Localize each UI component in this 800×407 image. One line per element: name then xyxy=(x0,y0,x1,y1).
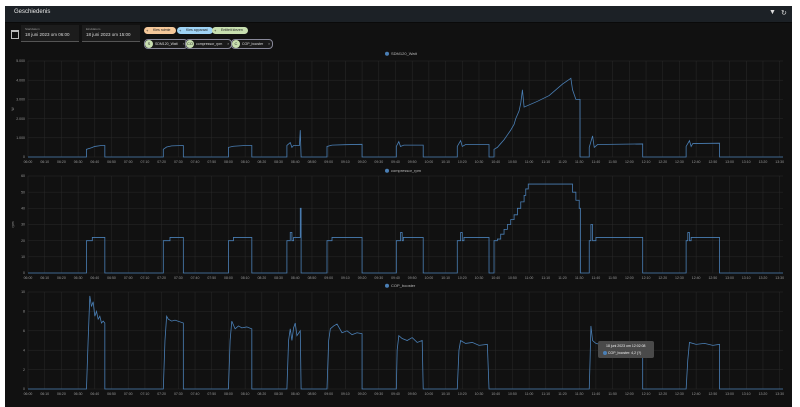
x-tick-label: 12:20 xyxy=(658,392,667,396)
x-tick-label: 09:30 xyxy=(374,392,383,396)
x-tick-label: 09:40 xyxy=(391,392,400,396)
x-tick-label: 13:00 xyxy=(725,392,734,396)
x-tick-label: 10:20 xyxy=(458,392,467,396)
series-line xyxy=(28,295,783,390)
x-tick-label: 06:20 xyxy=(57,392,66,396)
x-tick-label: 08:40 xyxy=(291,392,300,396)
legend-dot-icon xyxy=(385,283,389,288)
x-tick-label: 06:10 xyxy=(40,392,49,396)
x-tick-label: 09:00 xyxy=(324,392,333,396)
x-tick-label: 07:20 xyxy=(157,392,166,396)
x-tick-label: 12:50 xyxy=(708,392,717,396)
x-tick-label: 11:10 xyxy=(542,392,551,396)
x-tick-label: 08:10 xyxy=(241,392,250,396)
x-tick-label: 10:30 xyxy=(475,392,484,396)
y-tick-label: 0 xyxy=(23,387,25,391)
x-tick-label: 08:30 xyxy=(274,392,283,396)
x-tick-label: 06:40 xyxy=(90,392,99,396)
x-tick-label: 11:20 xyxy=(558,392,567,396)
y-tick-label: 10 xyxy=(21,290,25,294)
y-tick-label: 2 xyxy=(23,368,25,372)
x-tick-label: 12:00 xyxy=(625,392,634,396)
x-tick-label: 11:50 xyxy=(608,392,617,396)
y-tick-label: 6 xyxy=(23,329,25,333)
x-tick-label: 11:30 xyxy=(575,392,584,396)
x-tick-label: 09:10 xyxy=(341,392,350,396)
y-tick-label: 4 xyxy=(23,348,25,352)
x-tick-label: 07:50 xyxy=(207,392,216,396)
series-dot-icon xyxy=(603,351,607,355)
x-tick-label: 08:20 xyxy=(257,392,266,396)
x-tick-label: 10:40 xyxy=(491,392,500,396)
x-tick-label: 11:00 xyxy=(525,392,534,396)
x-tick-label: 07:40 xyxy=(191,392,200,396)
x-tick-label: 12:40 xyxy=(692,392,701,396)
chart-tooltip: 18 juni 2023 om 12:02:08 COP_booster: 4,… xyxy=(598,341,654,358)
legend-label: COP_booster xyxy=(391,283,416,288)
x-tick-label: 10:00 xyxy=(425,392,434,396)
tooltip-time: 18 juni 2023 om 12:02:08 xyxy=(606,344,646,348)
x-tick-label: 09:20 xyxy=(358,392,367,396)
x-tick-label: 13:20 xyxy=(759,392,768,396)
x-tick-label: 10:50 xyxy=(508,392,517,396)
x-tick-label: 12:10 xyxy=(642,392,651,396)
x-tick-label: 06:50 xyxy=(107,392,116,396)
x-tick-label: 13:10 xyxy=(742,392,751,396)
x-tick-label: 11:40 xyxy=(592,392,601,396)
x-tick-label: 13:30 xyxy=(775,392,784,396)
x-tick-label: 12:30 xyxy=(675,392,684,396)
y-tick-label: 8 xyxy=(23,310,25,314)
x-tick-label: 06:00 xyxy=(24,392,33,396)
x-tick-label: 07:10 xyxy=(141,392,150,396)
tooltip-value: COP_booster: 4,2 (?) xyxy=(608,351,642,355)
chart-cop-booster[interactable]: 0 2 4 6 8 10 06:00 06:10 06:20 06:30 06:40 06:50 07:… xyxy=(0,0,800,407)
x-tick-label: 10:10 xyxy=(441,392,450,396)
x-tick-label: 07:00 xyxy=(124,392,133,396)
x-tick-label: 07:30 xyxy=(174,392,183,396)
x-tick-label: 08:00 xyxy=(224,392,233,396)
x-tick-label: 09:50 xyxy=(408,392,417,396)
x-tick-label: 08:50 xyxy=(308,392,317,396)
x-tick-label: 06:30 xyxy=(74,392,83,396)
